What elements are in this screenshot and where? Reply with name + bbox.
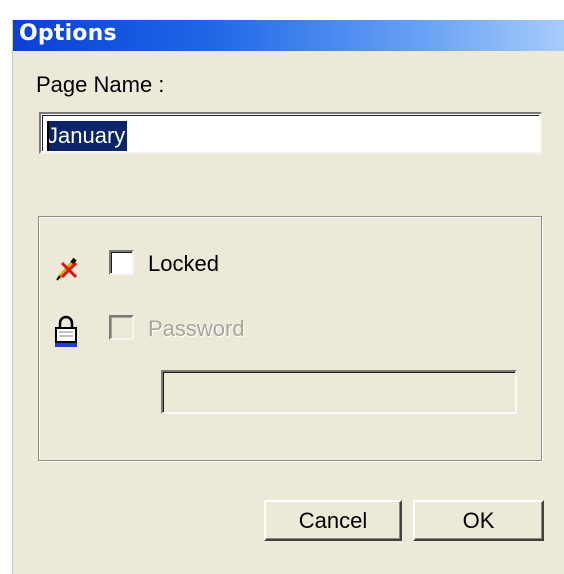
ok-button[interactable]: OK [413,500,544,541]
locked-label[interactable]: Locked [148,251,219,277]
pencil-no-edit-icon [56,257,78,281]
title-bar[interactable]: Options [13,20,564,51]
locked-checkbox[interactable] [109,250,134,275]
password-label: Password [148,316,245,341]
cancel-button[interactable]: Cancel [264,500,402,541]
password-field [161,370,517,414]
page-name-input[interactable]: January [39,112,542,154]
options-dialog: Options Page Name : January Locked Passw… [12,20,564,574]
page-name-selected-text: January [47,121,128,151]
text-caret [47,121,49,151]
page-name-label: Page Name : [36,72,165,97]
dialog-title: Options [19,21,117,46]
password-checkbox[interactable] [109,315,134,340]
padlock-icon [55,315,77,347]
